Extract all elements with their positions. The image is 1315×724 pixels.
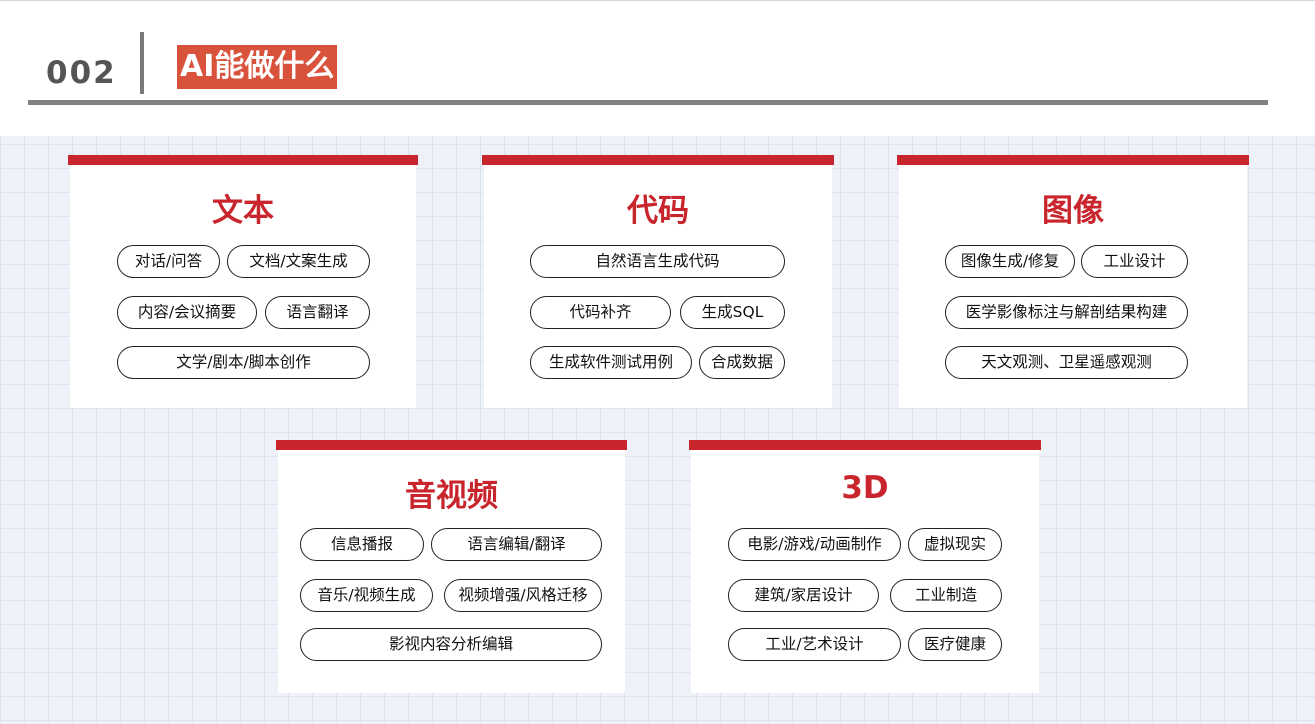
card-audio-video: 音视频 信息播报 语言编辑/翻译 音乐/视频生成 视频增强/风格迁移 影视内容分… <box>276 440 627 693</box>
tag-astronomy-remote-sensing[interactable]: 天文观测、卫星遥感观测 <box>945 346 1188 379</box>
card-title: 3D <box>841 470 889 506</box>
tag-industrial-design[interactable]: 工业设计 <box>1081 245 1188 278</box>
card-accent-bar <box>68 155 418 165</box>
tag-document-generation[interactable]: 文档/文案生成 <box>227 245 370 278</box>
tag-dialogue-qa[interactable]: 对话/问答 <box>117 245 220 278</box>
card-image: 图像 图像生成/修复 工业设计 医学影像标注与解剖结果构建 天文观测、卫星遥感观… <box>897 155 1249 408</box>
card-title: 音视频 <box>405 478 498 514</box>
card-code: 代码 自然语言生成代码 代码补齐 生成SQL 生成软件测试用例 合成数据 <box>482 155 834 408</box>
card-accent-bar <box>482 155 834 165</box>
header: 002 AI能做什么 <box>0 0 1315 136</box>
page-title: AI能做什么 <box>177 45 338 89</box>
tag-translation[interactable]: 语言翻译 <box>265 296 370 329</box>
card-title: 代码 <box>627 193 689 229</box>
tag-manufacturing[interactable]: 工业制造 <box>890 579 1002 612</box>
tag-industrial-art-design[interactable]: 工业/艺术设计 <box>728 628 901 661</box>
tag-generate-sql[interactable]: 生成SQL <box>680 296 785 329</box>
tag-synthetic-data[interactable]: 合成数据 <box>699 346 785 379</box>
page-number: 002 <box>46 55 117 91</box>
tag-architecture-home[interactable]: 建筑/家居设计 <box>728 579 879 612</box>
tag-virtual-reality[interactable]: 虚拟现实 <box>908 528 1002 561</box>
tag-meeting-summary[interactable]: 内容/会议摘要 <box>117 296 257 329</box>
card-title: 文本 <box>212 193 274 229</box>
tag-healthcare[interactable]: 医疗健康 <box>908 628 1002 661</box>
card-title: 图像 <box>1042 193 1104 229</box>
tag-test-cases[interactable]: 生成软件测试用例 <box>530 346 692 379</box>
tag-nl-to-code[interactable]: 自然语言生成代码 <box>530 245 785 278</box>
tag-music-video-generation[interactable]: 音乐/视频生成 <box>300 579 433 612</box>
card-accent-bar <box>276 440 627 450</box>
tag-image-generation[interactable]: 图像生成/修复 <box>945 245 1075 278</box>
tag-language-editing[interactable]: 语言编辑/翻译 <box>431 528 602 561</box>
tag-code-completion[interactable]: 代码补齐 <box>530 296 671 329</box>
tag-film-game-animation[interactable]: 电影/游戏/动画制作 <box>728 528 901 561</box>
card-text: 文本 对话/问答 文档/文案生成 内容/会议摘要 语言翻译 文学/剧本/脚本创作 <box>68 155 418 408</box>
tag-literary-creation[interactable]: 文学/剧本/脚本创作 <box>117 346 370 379</box>
card-accent-bar <box>689 440 1041 450</box>
header-rule <box>28 100 1268 105</box>
tag-video-enhancement[interactable]: 视频增强/风格迁移 <box>444 579 602 612</box>
tag-medical-imaging[interactable]: 医学影像标注与解剖结果构建 <box>945 296 1188 329</box>
tag-news-broadcast[interactable]: 信息播报 <box>300 528 424 561</box>
card-accent-bar <box>897 155 1249 165</box>
tag-film-analysis[interactable]: 影视内容分析编辑 <box>300 628 602 661</box>
header-divider <box>140 32 144 94</box>
card-3d: 3D 电影/游戏/动画制作 虚拟现实 建筑/家居设计 工业制造 工业/艺术设计 … <box>689 440 1041 693</box>
